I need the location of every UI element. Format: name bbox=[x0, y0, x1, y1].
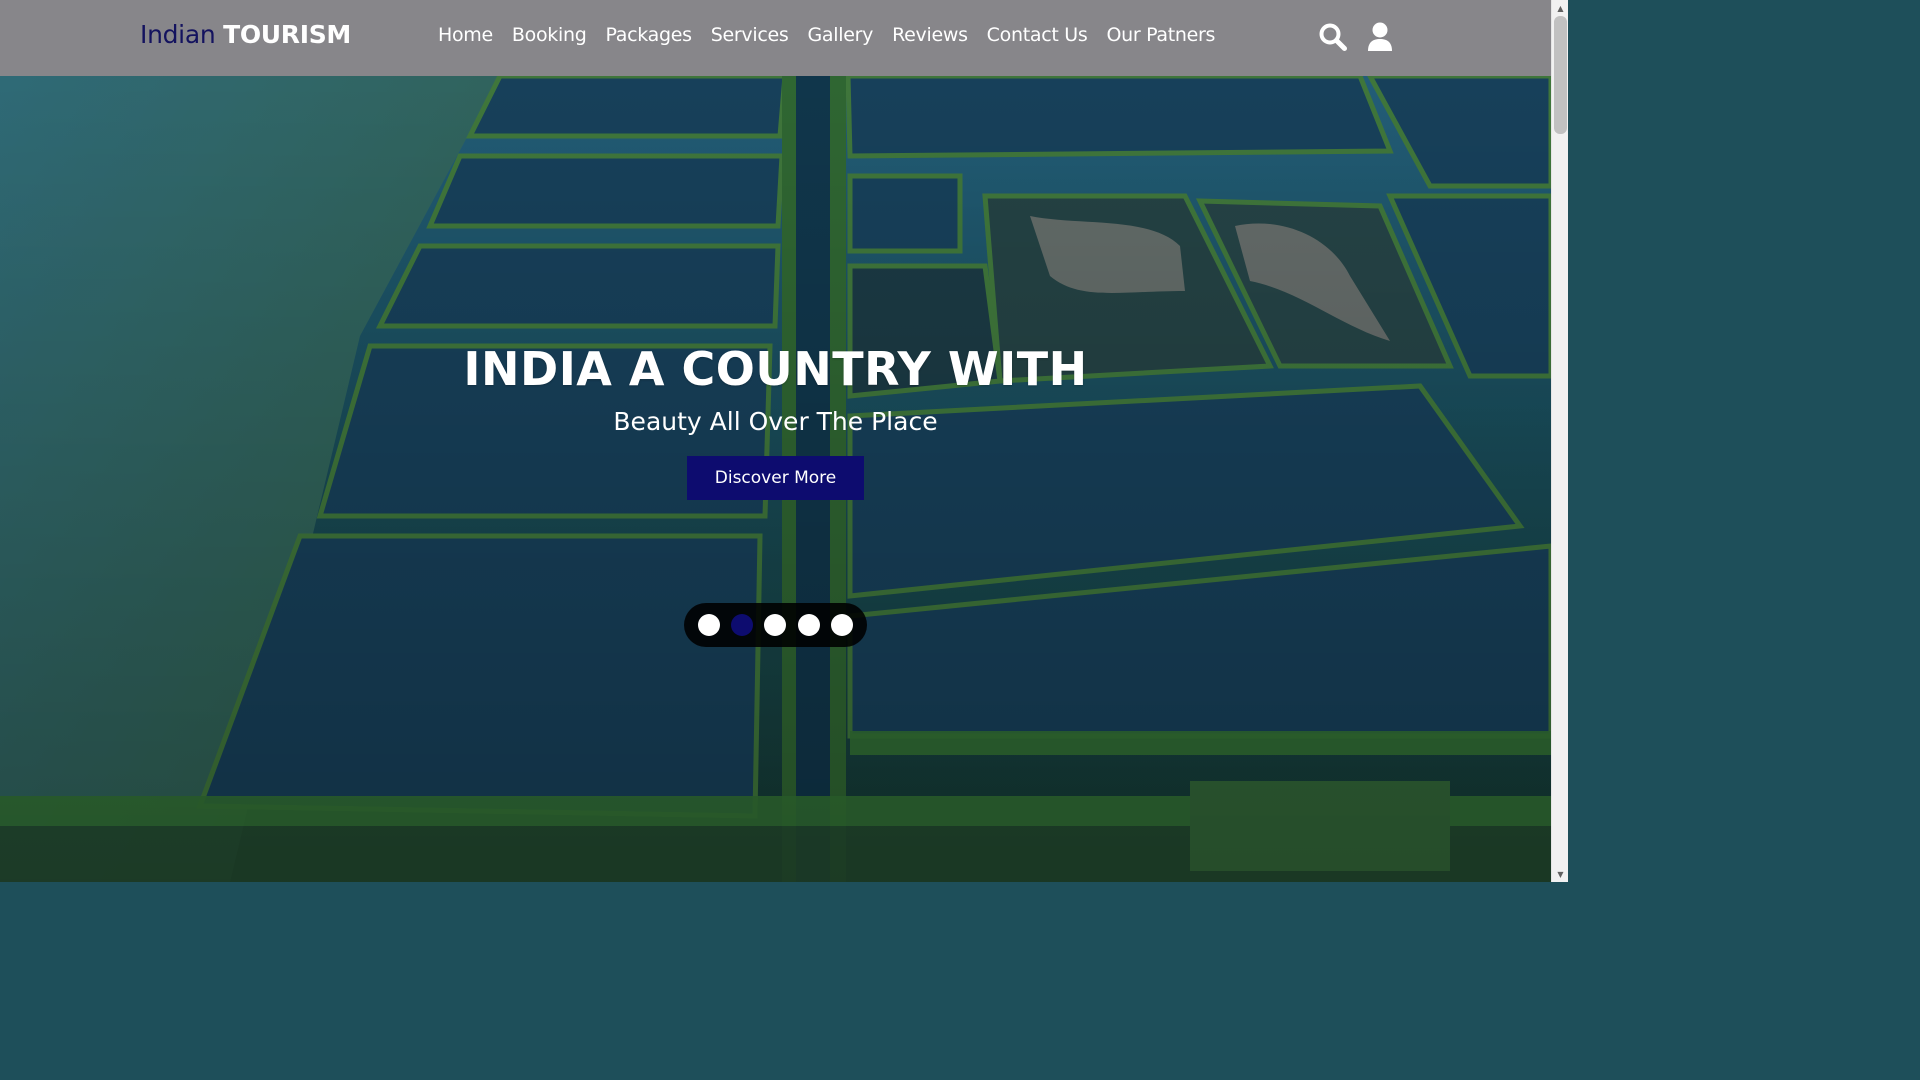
discover-more-button[interactable]: Discover More bbox=[687, 456, 864, 500]
search-icon[interactable] bbox=[1318, 22, 1348, 52]
nav-gallery[interactable]: Gallery bbox=[808, 24, 874, 46]
logo-secondary: TOURISM bbox=[223, 20, 352, 49]
scrollbar-thumb[interactable] bbox=[1554, 16, 1567, 134]
nav-booking[interactable]: Booking bbox=[512, 24, 587, 46]
site-header: Indian TOURISM Home Booking Packages Ser… bbox=[0, 0, 1551, 76]
hero-title: INDIA A COUNTRY WITH bbox=[463, 342, 1088, 396]
user-icon[interactable] bbox=[1366, 22, 1396, 52]
slider-dot-1[interactable] bbox=[698, 614, 720, 636]
slider-pagination bbox=[684, 603, 867, 647]
main-nav: Home Booking Packages Services Gallery R… bbox=[438, 24, 1215, 46]
nav-home[interactable]: Home bbox=[438, 24, 493, 46]
slider-dot-3[interactable] bbox=[764, 614, 786, 636]
logo-primary: Indian bbox=[140, 20, 216, 49]
scroll-down-arrow-icon[interactable]: ▼ bbox=[1552, 866, 1569, 882]
nav-services[interactable]: Services bbox=[711, 24, 789, 46]
site-logo[interactable]: Indian TOURISM bbox=[140, 20, 351, 49]
page-scrollbar[interactable]: ▲ ▼ bbox=[1551, 0, 1568, 882]
scroll-up-arrow-icon[interactable]: ▲ bbox=[1552, 0, 1569, 16]
hero-banner: INDIA A COUNTRY WITH Beauty All Over The… bbox=[0, 76, 1551, 882]
slider-dot-2[interactable] bbox=[731, 614, 753, 636]
nav-our-partners[interactable]: Our Patners bbox=[1106, 24, 1215, 46]
hero-subtitle: Beauty All Over The Place bbox=[613, 407, 938, 436]
nav-reviews[interactable]: Reviews bbox=[892, 24, 968, 46]
slider-dot-5[interactable] bbox=[831, 614, 853, 636]
nav-packages[interactable]: Packages bbox=[606, 24, 693, 46]
nav-contact-us[interactable]: Contact Us bbox=[987, 24, 1088, 46]
slider-dot-4[interactable] bbox=[798, 614, 820, 636]
